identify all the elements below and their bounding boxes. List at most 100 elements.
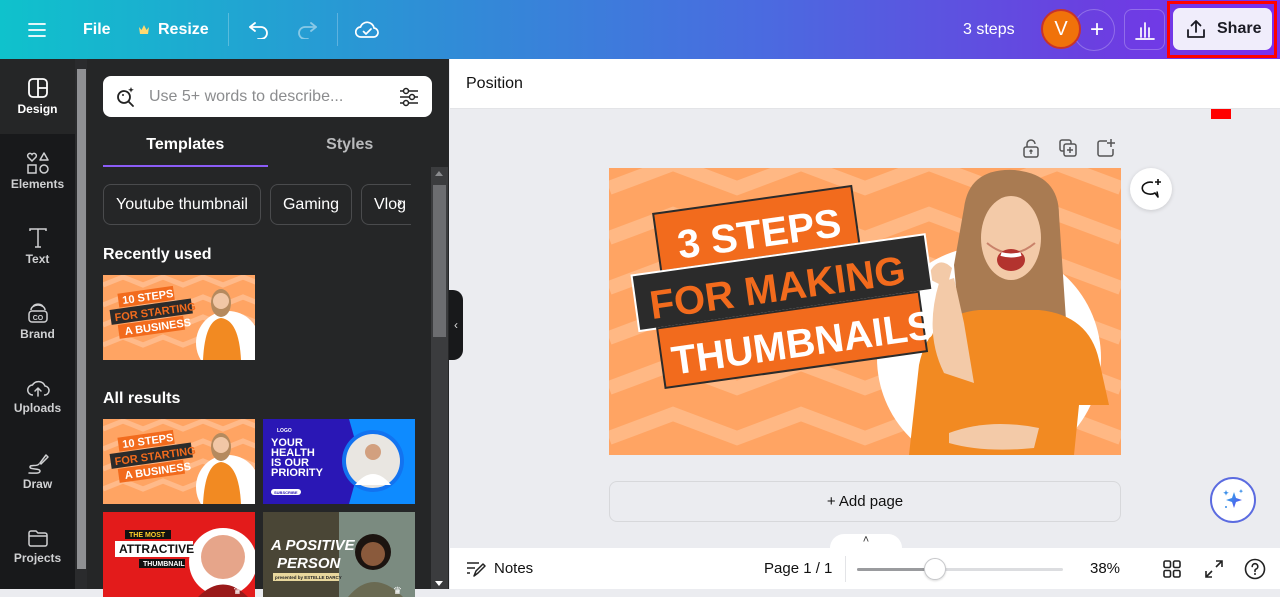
side-rail: Design Elements Text CO Brand Uploads Dr… [0,59,75,589]
cloud-saved-icon [355,20,379,38]
magic-assistant-button[interactable] [1210,477,1256,523]
divider [228,13,229,46]
templates-panel: Templates Styles Youtube thumbnail Gamin… [87,59,449,597]
chip-gaming[interactable]: Gaming [269,184,352,225]
collapse-panel-button[interactable]: ‹ [449,290,463,360]
duplicate-page-icon[interactable] [1058,138,1078,158]
thumb-line: presented by ESTELLE DARCY [275,575,342,580]
chevron-left-icon: ‹ [454,318,458,332]
top-bar: File Resize 3 steps + V Share [0,0,1280,59]
crown-icon [139,25,149,34]
text-icon [28,228,47,248]
svg-text:CO: CO [32,315,43,322]
thumb-line: PERSON [277,555,342,572]
magic-search-icon [117,86,134,107]
undo-icon [249,21,268,39]
cloud-upload-icon [26,380,50,397]
page-indicator[interactable]: Page 1 / 1 [764,548,832,589]
notes-icon [467,561,486,577]
rail-item-elements[interactable]: Elements [0,134,75,209]
undo-button[interactable] [248,0,270,59]
thumb-line: THUMBNAIL [143,561,185,568]
rail-item-projects[interactable]: Projects [0,509,75,584]
add-page-icon[interactable] [1096,138,1116,158]
orange-template-preview: 10 STEPS FOR STARTING A BUSINESS [103,275,255,360]
resize-button[interactable]: Resize [138,0,209,59]
rail-item-uploads[interactable]: Uploads [0,359,75,434]
grid-view-button[interactable] [1163,548,1181,589]
tab-templates[interactable]: Templates [103,129,268,167]
lock-icon[interactable] [1022,138,1040,158]
zoom-slider-knob[interactable] [924,558,946,580]
annotation-highlight-box [1167,1,1277,58]
hamburger-icon [28,22,46,37]
orange-template-preview: 10 STEPS FOR STARTING A BUSINESS [103,419,255,504]
redo-icon [298,21,317,39]
recently-used-title: Recently used [103,246,212,263]
user-avatar[interactable]: V [1041,9,1081,49]
bar-chart-icon [1134,21,1155,40]
svg-text:♛: ♛ [393,586,402,597]
all-results-title: All results [103,390,181,407]
main-menu-button[interactable] [28,0,46,59]
scroll-down-icon[interactable] [435,581,443,586]
rail-item-text[interactable]: Text [0,209,75,284]
template-thumbnail[interactable]: LOGO YOUR HEALTH IS OUR PRIORITY SUBSCRI… [263,419,415,504]
design-canvas[interactable]: 3 STEPS FOR MAKING THUMBNAILS [609,168,1121,455]
category-chips: Youtube thumbnail Gaming Vlog [103,184,411,225]
chip-youtube-thumbnail[interactable]: Youtube thumbnail [103,184,261,225]
position-button[interactable]: Position [466,75,523,93]
add-page-button[interactable]: + Add page [609,481,1121,522]
save-status-button[interactable] [355,0,379,59]
rail-item-draw[interactable]: Draw [0,434,75,509]
rail-scrollbar[interactable] [75,59,87,589]
scroll-up-icon[interactable] [435,171,443,176]
thumb-line: A POSITIVE [270,537,356,554]
thumb-line: THE MOST [129,532,166,539]
panel-scrollbar[interactable] [431,167,448,589]
file-menu-button[interactable]: File [83,0,111,59]
layout-icon [27,78,48,98]
help-button[interactable] [1244,548,1266,589]
thumb-line: ATTRACTIVE [119,542,194,556]
filter-icon[interactable] [398,86,420,108]
fullscreen-button[interactable] [1204,548,1224,589]
insights-button[interactable] [1124,9,1165,50]
search-input[interactable] [149,87,398,106]
divider [337,13,338,46]
template-thumbnail[interactable]: 10 STEPS FOR STARTING A BUSINESS [103,275,255,360]
template-thumbnail[interactable]: THE MOST ATTRACTIVE THUMBNAIL ♛ [103,512,255,597]
folder-icon [27,530,48,547]
svg-text:♛: ♛ [233,586,242,597]
page-tools [1022,138,1116,158]
rail-item-design[interactable]: Design [0,59,75,134]
rail-scrollbar-thumb[interactable] [77,69,86,569]
sparkle-icon [1223,489,1244,508]
chip-vlog[interactable]: Vlog [361,184,411,225]
shapes-icon [26,152,49,174]
help-icon [1244,558,1266,579]
panel-tabs: Templates Styles [103,129,432,167]
template-search[interactable] [103,76,432,117]
thumbnail-design: 3 STEPS FOR MAKING THUMBNAILS [609,168,1121,455]
comment-add-icon [1141,179,1161,198]
health-template-preview: LOGO YOUR HEALTH IS OUR PRIORITY SUBSCRI… [263,419,415,504]
tab-styles[interactable]: Styles [268,129,433,167]
add-comment-button[interactable] [1130,168,1172,210]
grid-icon [1163,559,1181,578]
thumb-cta: SUBSCRIBE [274,490,298,495]
design-title[interactable]: 3 steps [963,0,1015,59]
podcast-template-preview: A POSITIVE PERSON presented by ESTELLE D… [263,512,415,597]
template-thumbnail[interactable]: 10 STEPS FOR STARTING A BUSINESS [103,419,255,504]
panel-scrollbar-thumb[interactable] [433,185,446,337]
thumb-line: PRIORITY [271,467,324,479]
notes-button[interactable]: Notes [466,548,533,589]
expand-icon [1205,559,1223,578]
rail-item-brand[interactable]: CO Brand [0,284,75,359]
redo-button[interactable] [296,0,318,59]
chips-next-icon[interactable]: › [397,194,402,212]
template-thumbnail[interactable]: A POSITIVE PERSON presented by ESTELLE D… [263,512,415,597]
zoom-slider[interactable] [857,558,1063,580]
zoom-percentage[interactable]: 38% [1090,548,1120,589]
attractive-template-preview: THE MOST ATTRACTIVE THUMBNAIL ♛ [103,512,255,597]
